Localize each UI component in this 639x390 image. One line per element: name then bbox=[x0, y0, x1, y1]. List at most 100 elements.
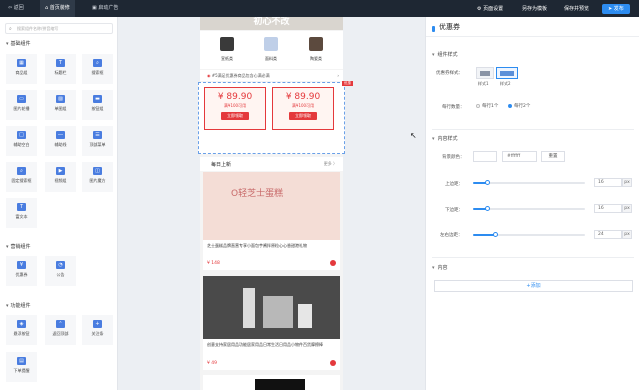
product-card[interactable]: 芝士蛋糕品牌直营专享小面包芋酱拌原粒心心香甜港礼物 ¥ 148 bbox=[203, 240, 340, 270]
cart-icon[interactable] bbox=[330, 260, 336, 266]
slider-handle[interactable] bbox=[485, 206, 490, 211]
add-item-button[interactable]: +添加 bbox=[434, 280, 633, 292]
carousel-icon: ▭ bbox=[17, 95, 26, 103]
comp-float-button[interactable]: ◈ 悬浮按钮 bbox=[6, 315, 37, 345]
coupon-card[interactable]: ¥ 89.90 满¥100可用 立即领取 bbox=[204, 87, 266, 130]
comp-image-cube[interactable]: ◫ 图片魔方 bbox=[82, 162, 113, 192]
fixed-search-icon: ⌕ bbox=[17, 167, 26, 175]
per-row-1-label: 每行1个 bbox=[482, 104, 499, 109]
style1-label: 样式1 bbox=[478, 81, 489, 86]
component-panel: ⌕搜索组件名称/拼音缩写 基础组件 ▦商品组 T标题栏 ⌕搜索框 ▭图片轮播 ▨… bbox=[0, 17, 118, 390]
publish-button[interactable]: ➤ 发布 bbox=[602, 4, 630, 14]
top-margin-slider[interactable] bbox=[473, 180, 585, 185]
side-margin-slider[interactable] bbox=[473, 232, 585, 237]
row-count-label: 每行数量： bbox=[442, 105, 465, 110]
banner-image[interactable]: 初心不改 bbox=[200, 17, 343, 30]
comp-title-bar[interactable]: T 标题栏 bbox=[45, 54, 76, 84]
section-content[interactable]: 内容 bbox=[432, 264, 448, 271]
preview-canvas: 初心不改 宣纸类 面料类 陶瓷类 ◉ #5满足优惠券商品包含心满必满 › ¥ 89… bbox=[118, 17, 425, 390]
style1-option[interactable] bbox=[476, 67, 494, 79]
coupon-claim-button[interactable]: 立即领取 bbox=[289, 112, 317, 120]
side-margin-input[interactable]: 24 bbox=[594, 230, 622, 239]
arrow-up-icon: ⌃ bbox=[56, 320, 65, 328]
comp-blank-spacer[interactable]: □ 辅助空白 bbox=[6, 126, 37, 156]
category-image[interactable] bbox=[264, 37, 278, 51]
coupon-card[interactable]: ¥ 89.90 满¥100可用 立即领取 bbox=[272, 87, 334, 130]
section-function[interactable]: 功能组件 bbox=[6, 302, 31, 309]
save-template-button[interactable]: 另存为模板 bbox=[519, 4, 550, 14]
coupon-style-label: 优惠券样式： bbox=[436, 71, 463, 76]
coupon-claim-button[interactable]: 立即领取 bbox=[221, 112, 249, 120]
comp-image-carousel[interactable]: ▭ 图片轮播 bbox=[6, 90, 37, 120]
comp-video-group[interactable]: ▶ 视频组 bbox=[45, 162, 76, 192]
cart-icon[interactable] bbox=[330, 360, 336, 366]
comp-coupon[interactable]: ¥ 优惠券 bbox=[6, 256, 37, 286]
notice-icon: ◔ bbox=[56, 261, 65, 269]
style2-option-selected[interactable] bbox=[496, 67, 518, 79]
category-label: 宣纸类 bbox=[221, 56, 233, 61]
comp-back-to-top[interactable]: ⌃ 返回顶部 bbox=[45, 315, 76, 345]
comp-product-group[interactable]: ▦ 商品组 bbox=[6, 54, 37, 84]
unit-label: px bbox=[622, 178, 632, 187]
unit-label: px bbox=[622, 230, 632, 239]
coupon-component-selected[interactable]: ¥ 89.90 满¥100可用 立即领取 ¥ 89.90 满¥100可用 立即领… bbox=[198, 81, 353, 154]
category-image[interactable] bbox=[309, 37, 323, 51]
comp-divider-line[interactable]: ― 辅助线 bbox=[45, 126, 76, 156]
reset-button[interactable]: 重置 bbox=[541, 151, 565, 162]
phone-preview: 初心不改 宣纸类 面料类 陶瓷类 ◉ #5满足优惠券商品包含心满必满 › ¥ 89… bbox=[198, 17, 353, 390]
coupon-amount: ¥ 89.90 bbox=[285, 92, 321, 102]
product-price: ¥ 148 bbox=[207, 261, 220, 266]
comp-fixed-search[interactable]: ⌕ 固定搜索框 bbox=[6, 162, 37, 192]
search-icon: ⌕ bbox=[9, 26, 12, 32]
reminder-icon: ▤ bbox=[17, 357, 26, 365]
comp-rich-text[interactable]: T 富文本 bbox=[6, 198, 37, 228]
comp-search-box[interactable]: ⌕ 搜索框 bbox=[82, 54, 113, 84]
notice-bar[interactable]: ◉ #5满足优惠券商品包含心满必满 › bbox=[200, 70, 343, 81]
category-image[interactable] bbox=[220, 37, 234, 51]
component-search-input[interactable]: ⌕ 搜索组件名称/拼音缩写 bbox=[5, 23, 113, 34]
back-button[interactable]: ⇦ 返回 bbox=[8, 0, 24, 17]
divider bbox=[432, 129, 634, 130]
slider-handle[interactable] bbox=[485, 180, 490, 185]
save-preview-button[interactable]: 保存并预览 bbox=[561, 4, 592, 14]
comp-follow-bar[interactable]: + 关注条 bbox=[82, 315, 113, 345]
slider-handle[interactable] bbox=[493, 232, 498, 237]
section-content-style[interactable]: 内容样式 bbox=[432, 135, 458, 142]
bottom-margin-input[interactable]: 16 bbox=[594, 204, 622, 213]
tab-home-decoration[interactable]: ⌂ 首页装修 bbox=[40, 0, 75, 17]
comp-order-reminder[interactable]: ▤ 下单提醒 bbox=[6, 352, 37, 382]
comp-button-group[interactable]: ▬ 按钮组 bbox=[82, 90, 113, 120]
coupon-condition: 满¥100可用 bbox=[291, 103, 315, 108]
line-icon: ― bbox=[56, 131, 65, 139]
chevron-right-icon: › bbox=[337, 73, 339, 78]
section-marketing[interactable]: 营销组件 bbox=[6, 243, 31, 250]
product-card[interactable]: 创意支持家居用品功能居家用品日常生活日用品小物件百货摩擦棒 ¥ 49 bbox=[203, 339, 340, 370]
top-margin-input[interactable]: 16 bbox=[594, 178, 622, 187]
comp-top-menu[interactable]: ☰ 顶部菜单 bbox=[82, 126, 113, 156]
section-component-style[interactable]: 组件样式 bbox=[432, 51, 458, 58]
bottom-margin-slider[interactable] bbox=[473, 206, 585, 211]
comp-single-image[interactable]: ▨ 单图组 bbox=[45, 90, 76, 120]
coupon-title-icon bbox=[432, 26, 435, 32]
product-image[interactable]: O轻芝士蛋糕 bbox=[203, 172, 340, 240]
page-settings-button[interactable]: ⚙ 页面设置 bbox=[474, 4, 506, 14]
panel-title: 优惠券 bbox=[439, 23, 460, 31]
tab-launch-ad[interactable]: ▣ 启动广告 bbox=[92, 0, 118, 17]
button-icon: ▬ bbox=[93, 95, 102, 103]
search-box-icon: ⌕ bbox=[93, 59, 102, 67]
product-image[interactable] bbox=[203, 276, 340, 339]
comp-notice[interactable]: ◔ 公告 bbox=[45, 256, 76, 286]
divider bbox=[426, 36, 639, 37]
category-row: 宣纸类 面料类 陶瓷类 bbox=[200, 31, 343, 69]
product-image[interactable] bbox=[203, 375, 340, 390]
radio-per-row-2-checked[interactable] bbox=[508, 104, 512, 108]
radio-per-row-1[interactable] bbox=[476, 104, 480, 108]
top-margin-label: 上边距： bbox=[445, 182, 463, 187]
section-basic[interactable]: 基础组件 bbox=[6, 40, 31, 47]
category-label: 面料类 bbox=[265, 56, 277, 61]
more-link[interactable]: 更多 〉 bbox=[324, 161, 337, 167]
category-label: 陶瓷类 bbox=[310, 56, 322, 61]
product-photo-shape bbox=[263, 296, 293, 328]
bg-color-input[interactable]: #ffffff bbox=[502, 151, 537, 162]
color-swatch[interactable] bbox=[473, 151, 497, 162]
